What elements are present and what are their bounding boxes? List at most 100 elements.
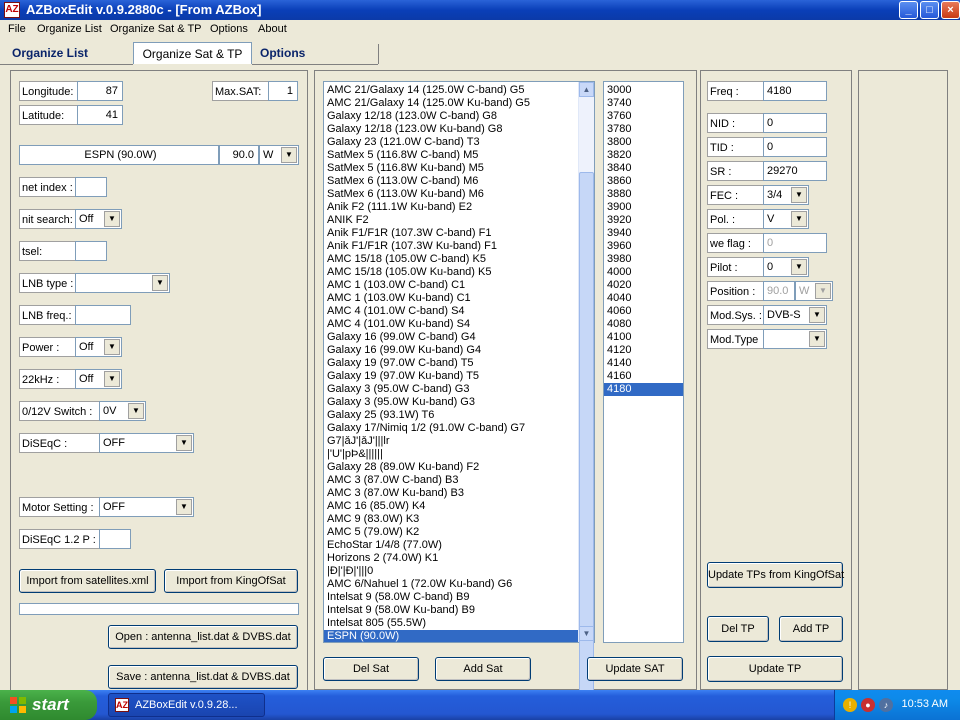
satellite-list-item[interactable]: Galaxy 12/18 (123.0W C-band) G8: [324, 110, 594, 123]
scroll-down-icon[interactable]: ▼: [579, 626, 594, 641]
speaker-icon[interactable]: ♪: [879, 698, 893, 712]
satellite-list-item[interactable]: Galaxy 12/18 (123.0W Ku-band) G8: [324, 123, 594, 136]
fec-select[interactable]: 3/4 ▼: [763, 185, 809, 205]
satellite-list-item[interactable]: AMC 1 (103.0W Ku-band) C1: [324, 292, 594, 305]
lnb-freq-input[interactable]: [75, 305, 131, 325]
satellite-list-item[interactable]: Galaxy 3 (95.0W C-band) G3: [324, 383, 594, 396]
satellite-list-item[interactable]: EchoStar 1/4/8 (77.0W): [324, 539, 594, 552]
import-satellites-xml-button[interactable]: Import from satellites.xml: [19, 569, 156, 593]
chevron-down-icon[interactable]: ▼: [176, 435, 192, 451]
transponder-list-item[interactable]: 3900: [604, 201, 683, 214]
diseqc12-input[interactable]: [99, 529, 131, 549]
satellite-list-item[interactable]: SatMex 6 (113.0W Ku-band) M6: [324, 188, 594, 201]
transponder-list-item[interactable]: 3800: [604, 136, 683, 149]
chevron-down-icon[interactable]: ▼: [809, 307, 825, 323]
transponder-list-item[interactable]: 3960: [604, 240, 683, 253]
transponder-list-item[interactable]: 3740: [604, 97, 683, 110]
satellite-list-item[interactable]: Galaxy 16 (99.0W C-band) G4: [324, 331, 594, 344]
title-bar[interactable]: AZ AZBoxEdit v.0.9.2880c - [From AZBox] …: [0, 0, 960, 20]
satellite-list-item[interactable]: G7|ǎJ'|ǎJ'|||lr: [324, 435, 594, 448]
transponder-list-item[interactable]: 4060: [604, 305, 683, 318]
mod-sys-select[interactable]: DVB-S ▼: [763, 305, 827, 325]
nid-input[interactable]: 0: [763, 113, 827, 133]
menu-about[interactable]: About: [258, 23, 287, 35]
satellite-list-item[interactable]: Galaxy 25 (93.1W) T6: [324, 409, 594, 422]
close-button[interactable]: ×: [941, 1, 960, 19]
satellite-list-item[interactable]: AMC 5 (79.0W) K2: [324, 526, 594, 539]
pol-select[interactable]: V ▼: [763, 209, 809, 229]
chevron-down-icon[interactable]: ▼: [281, 147, 297, 163]
clock[interactable]: 10:53 AM: [902, 698, 948, 710]
satellite-list-item[interactable]: AMC 1 (103.0W C-band) C1: [324, 279, 594, 292]
satellite-list-item[interactable]: Anik F1/F1R (107.3W Ku-band) F1: [324, 240, 594, 253]
scroll-up-icon[interactable]: ▲: [579, 82, 594, 97]
satellite-list-item[interactable]: Intelsat 9 (58.0W C-band) B9: [324, 591, 594, 604]
power-select[interactable]: Off ▼: [75, 337, 122, 357]
satellite-list-item[interactable]: Intelsat 805 (55.5W): [324, 617, 594, 630]
tab-organize-list[interactable]: Organize List: [12, 42, 127, 64]
selected-satellite-input[interactable]: ESPN (90.0W): [19, 145, 219, 165]
tab-organize-sat-tp[interactable]: Organize Sat & TP: [133, 42, 252, 64]
22khz-select[interactable]: Off ▼: [75, 369, 122, 389]
nit-search-select[interactable]: Off ▼: [75, 209, 122, 229]
satellite-list-item[interactable]: Galaxy 28 (89.0W Ku-band) F2: [324, 461, 594, 474]
satellite-list-item[interactable]: |Ð|'|Ð|'|||0: [324, 565, 594, 578]
update-tp-button[interactable]: Update TP: [707, 656, 843, 682]
transponder-list-item[interactable]: 3840: [604, 162, 683, 175]
del-sat-button[interactable]: Del Sat: [323, 657, 419, 681]
start-button[interactable]: start: [0, 690, 97, 720]
satellite-list-item[interactable]: AMC 3 (87.0W C-band) B3: [324, 474, 594, 487]
transponder-list-item[interactable]: 3860: [604, 175, 683, 188]
longitude-input[interactable]: 87: [77, 81, 123, 101]
satellite-list-item[interactable]: AMC 4 (101.0W Ku-band) S4: [324, 318, 594, 331]
transponder-list-item[interactable]: 3880: [604, 188, 683, 201]
transponder-list-item[interactable]: 4020: [604, 279, 683, 292]
satellite-list-item[interactable]: AMC 3 (87.0W Ku-band) B3: [324, 487, 594, 500]
chevron-down-icon[interactable]: ▼: [152, 275, 168, 291]
menu-file[interactable]: File: [8, 23, 26, 35]
menu-options[interactable]: Options: [210, 23, 248, 35]
satellite-list-item[interactable]: AMC 21/Galaxy 14 (125.0W C-band) G5: [324, 84, 594, 97]
satellite-list-item[interactable]: AMC 16 (85.0W) K4: [324, 500, 594, 513]
transponder-list-item[interactable]: 3760: [604, 110, 683, 123]
satellite-list-item[interactable]: AMC 9 (83.0W) K3: [324, 513, 594, 526]
pilot-select[interactable]: 0 ▼: [763, 257, 809, 277]
satellite-list-item[interactable]: Horizons 2 (74.0W) K1: [324, 552, 594, 565]
import-kingofsat-button[interactable]: Import from KingOfSat: [164, 569, 298, 593]
tab-options[interactable]: Options: [260, 42, 378, 64]
transponder-list-item[interactable]: 4160: [604, 370, 683, 383]
satellite-list-item[interactable]: Galaxy 3 (95.0W Ku-band) G3: [324, 396, 594, 409]
latitude-input[interactable]: 41: [77, 105, 123, 125]
transponder-list-item[interactable]: 3780: [604, 123, 683, 136]
satellite-list-item[interactable]: AMC 6/Nahuel 1 (72.0W Ku-band) G6: [324, 578, 594, 591]
maximize-button[interactable]: □: [920, 1, 939, 19]
satellite-list-item[interactable]: SatMex 5 (116.8W Ku-band) M5: [324, 162, 594, 175]
del-tp-button[interactable]: Del TP: [707, 616, 769, 642]
satellite-list-item[interactable]: AMC 15/18 (105.0W C-band) K5: [324, 253, 594, 266]
satellite-list-item[interactable]: SatMex 5 (116.8W C-band) M5: [324, 149, 594, 162]
satellite-list-item[interactable]: Galaxy 16 (99.0W Ku-band) G4: [324, 344, 594, 357]
diseqc-select[interactable]: OFF ▼: [99, 433, 194, 453]
add-tp-button[interactable]: Add TP: [779, 616, 843, 642]
transponder-list-item[interactable]: 4120: [604, 344, 683, 357]
save-files-button[interactable]: Save : antenna_list.dat & DVBS.dat: [108, 665, 298, 689]
transponder-list-item[interactable]: 3980: [604, 253, 683, 266]
taskbar-item-azboxedit[interactable]: AZ AZBoxEdit v.0.9.28...: [108, 693, 265, 717]
chevron-down-icon[interactable]: ▼: [128, 403, 144, 419]
transponder-list-item[interactable]: 4100: [604, 331, 683, 344]
transponder-list-item[interactable]: 3940: [604, 227, 683, 240]
open-files-button[interactable]: Open : antenna_list.dat & DVBS.dat: [108, 625, 298, 649]
satellite-list-item[interactable]: ESPN (90.0W): [324, 630, 594, 642]
chevron-down-icon[interactable]: ▼: [104, 371, 120, 387]
transponder-list-item[interactable]: 4080: [604, 318, 683, 331]
tsel-input[interactable]: [75, 241, 107, 261]
transponder-list[interactable]: 3000 3740 3760 3780 3800 3820 3840 3860 3880 3900…: [603, 81, 684, 643]
satellite-list-item[interactable]: SatMex 6 (113.0W C-band) M6: [324, 175, 594, 188]
menu-organize-sat-tp[interactable]: Organize Sat & TP: [110, 23, 202, 35]
max-sat-input[interactable]: 1: [268, 81, 298, 101]
net-index-input[interactable]: [75, 177, 107, 197]
security-shield-icon[interactable]: !: [843, 698, 857, 712]
app-icon[interactable]: AZ: [4, 2, 20, 18]
chevron-down-icon[interactable]: ▼: [104, 211, 120, 227]
freq-input[interactable]: 4180: [763, 81, 827, 101]
